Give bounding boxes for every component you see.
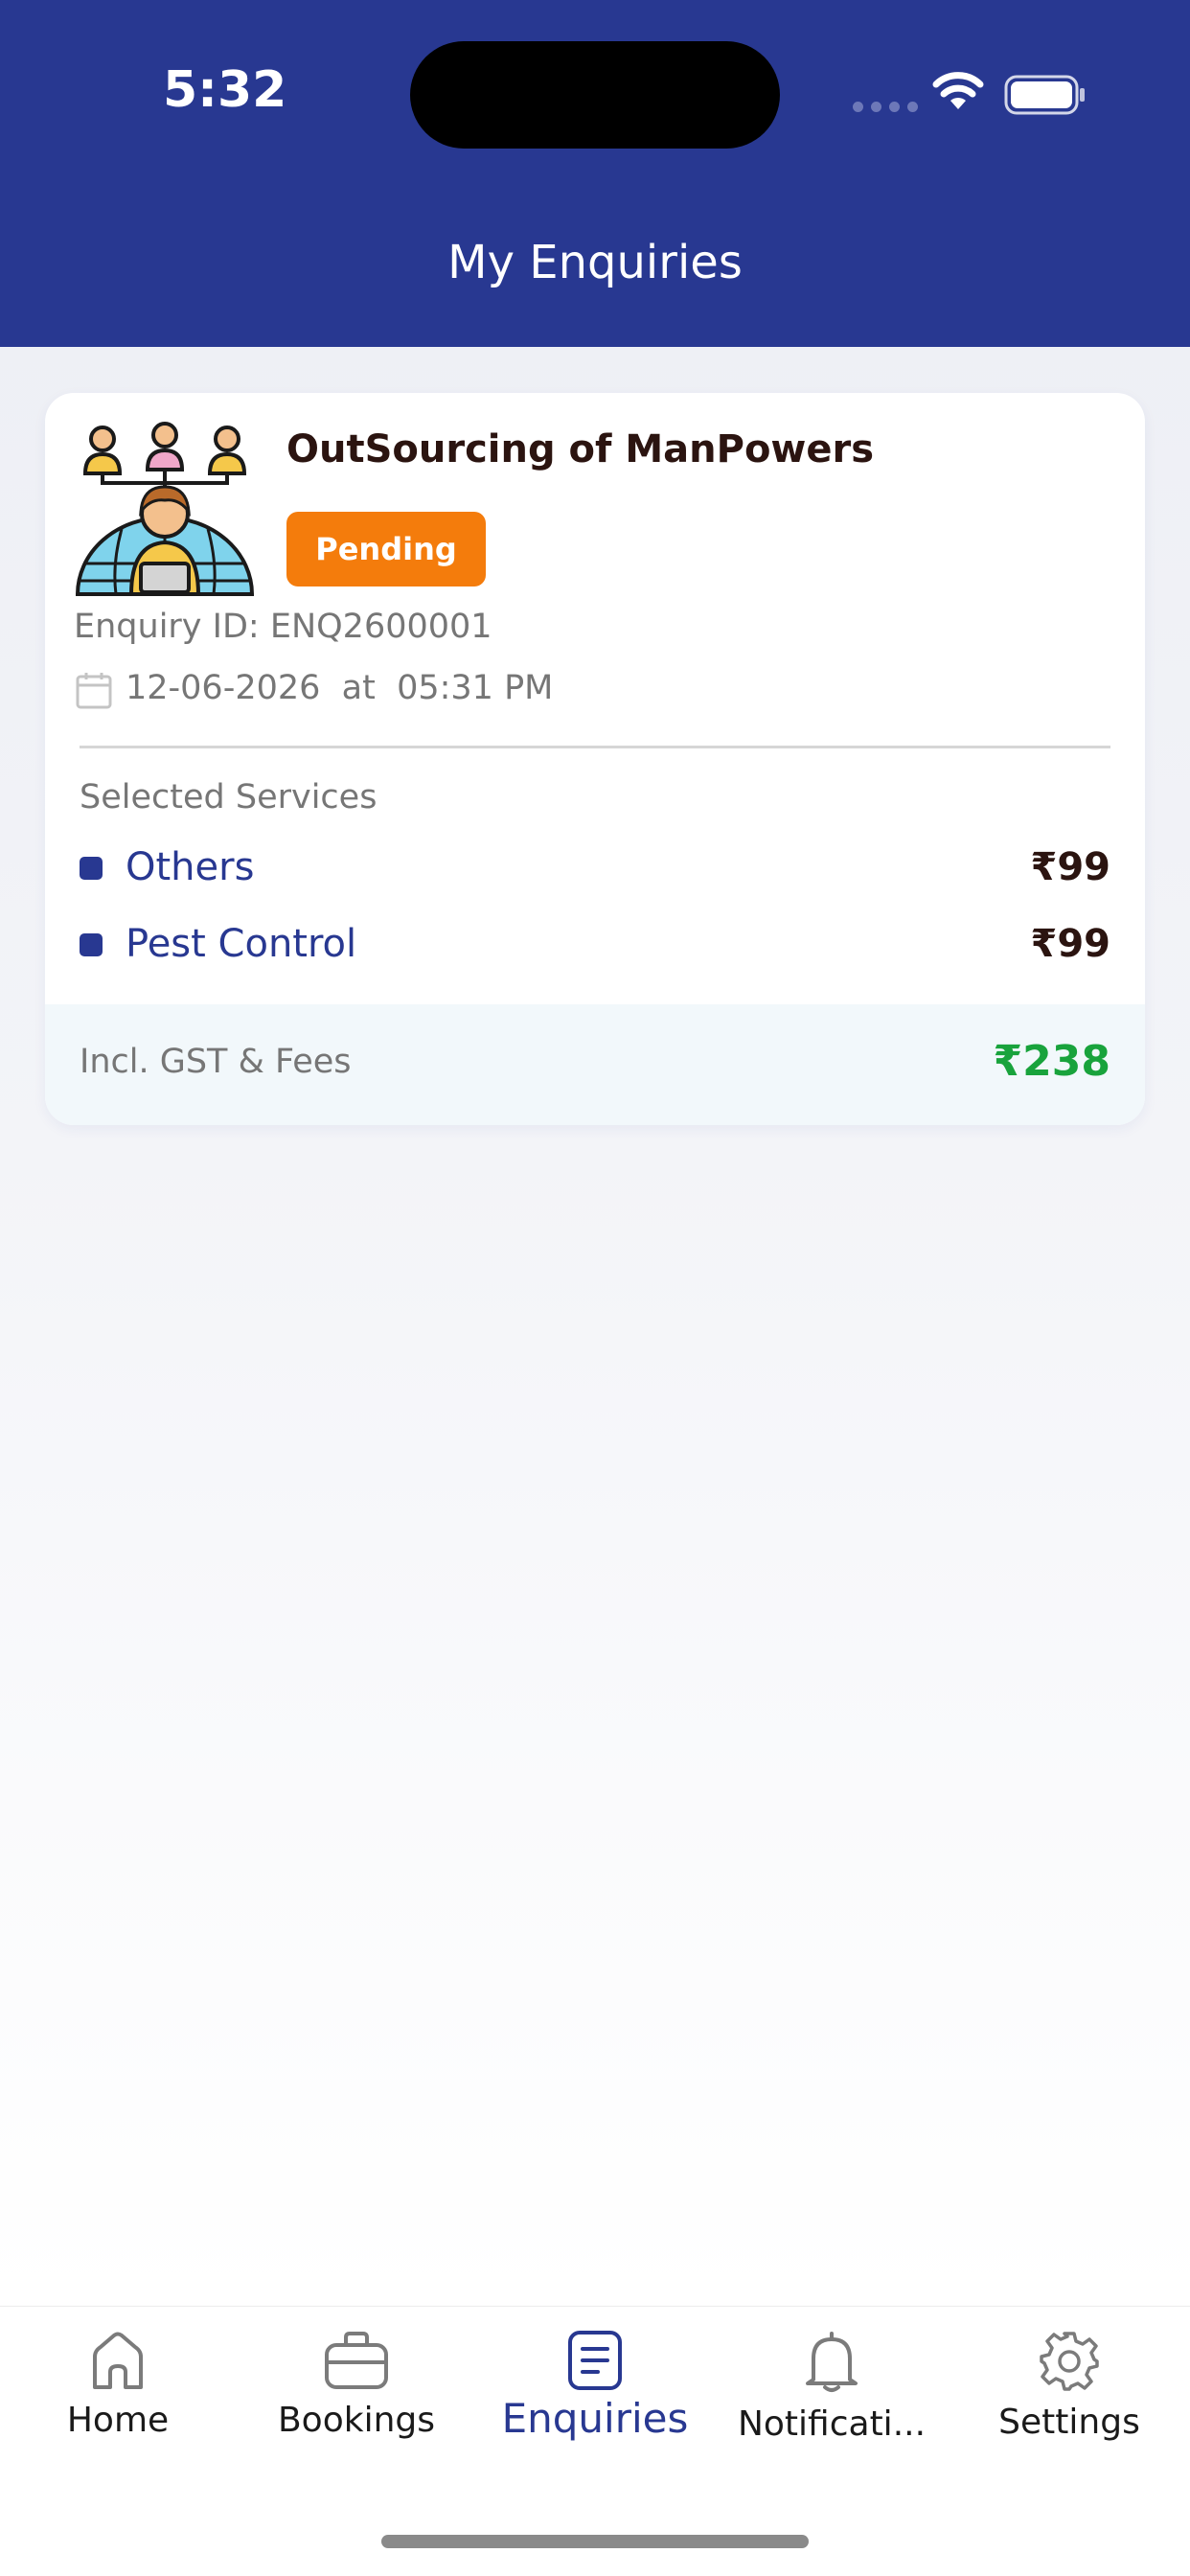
service-name: Others — [126, 845, 255, 889]
bullet-icon — [80, 933, 103, 956]
tab-label: Bookings — [277, 2401, 436, 2440]
service-title: OutSourcing of ManPowers — [286, 427, 875, 472]
service-row: Others ₹99 — [80, 840, 1110, 897]
enquiry-datetime: 12-06-2026 at 05:31 PM — [126, 669, 554, 707]
tab-home[interactable]: Home — [12, 2330, 223, 2440]
manpower-illustration-icon — [75, 422, 255, 596]
service-row: Pest Control ₹99 — [80, 916, 1110, 974]
enquiry-card[interactable]: OutSourcing of ManPowers Pending Enquiry… — [45, 393, 1145, 1125]
document-icon — [568, 2331, 622, 2390]
header-bar: 5:32 My Enquiries — [0, 0, 1190, 347]
fees-label: Incl. GST & Fees — [80, 1043, 352, 1081]
tab-notifications[interactable]: Notificati... — [726, 2330, 937, 2444]
total-bar: Incl. GST & Fees ₹238 — [45, 1004, 1145, 1125]
service-price: ₹99 — [1030, 922, 1111, 966]
battery-icon — [1004, 75, 1085, 115]
cellular-signal-icon — [853, 102, 918, 112]
tab-enquiries[interactable]: Enquiries — [490, 2330, 700, 2442]
home-indicator — [381, 2535, 809, 2548]
tab-label: Home — [66, 2401, 170, 2440]
bell-icon — [806, 2332, 858, 2392]
dynamic-island — [410, 41, 780, 149]
divider — [80, 746, 1110, 748]
status-time: 5:32 — [163, 61, 287, 119]
enquiry-id: Enquiry ID: ENQ2600001 — [74, 608, 492, 646]
home-icon — [93, 2332, 143, 2389]
briefcase-icon — [325, 2332, 388, 2389]
tab-label: Settings — [998, 2403, 1140, 2442]
service-price: ₹99 — [1030, 845, 1111, 889]
tab-settings[interactable]: Settings — [964, 2330, 1175, 2442]
service-name: Pest Control — [126, 922, 357, 966]
total-amount: ₹238 — [993, 1037, 1110, 1086]
tab-bookings[interactable]: Bookings — [251, 2330, 462, 2440]
tab-label: Enquiries — [501, 2395, 689, 2442]
selected-services-label: Selected Services — [80, 778, 378, 816]
page-title: My Enquiries — [447, 236, 743, 289]
gear-icon — [1040, 2332, 1099, 2391]
status-badge: Pending — [286, 512, 486, 586]
wifi-icon — [932, 72, 984, 109]
tab-label: Notificati... — [737, 2404, 927, 2444]
calendar-icon — [76, 673, 112, 709]
bullet-icon — [80, 857, 103, 880]
